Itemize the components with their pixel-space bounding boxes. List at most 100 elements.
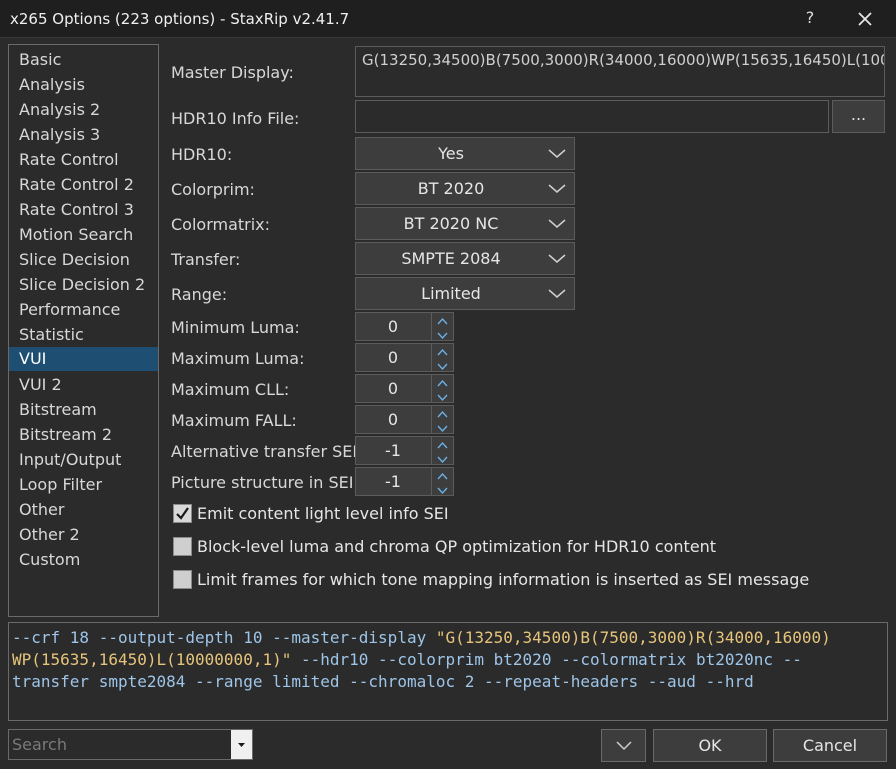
pic-struct-sei-decrement[interactable] bbox=[432, 482, 453, 495]
max-luma-decrement[interactable] bbox=[432, 358, 453, 371]
min-luma-decrement[interactable] bbox=[432, 327, 453, 340]
search-dropdown-button[interactable] bbox=[231, 730, 252, 759]
range-label: Range: bbox=[171, 285, 228, 304]
browse-button[interactable]: ... bbox=[832, 100, 885, 133]
max-luma-stepper[interactable]: 0 bbox=[355, 343, 454, 372]
transfer-label: Transfer: bbox=[171, 250, 241, 269]
max-luma-label: Maximum Luma: bbox=[171, 349, 305, 368]
nav-item-vui[interactable]: VUI bbox=[9, 347, 158, 371]
nav-item-rate-control-2[interactable]: Rate Control 2 bbox=[9, 173, 158, 197]
help-button[interactable]: ? bbox=[796, 4, 824, 32]
pic-struct-sei-label: Picture structure in SEI: bbox=[171, 473, 359, 492]
alt-transfer-sei-increment[interactable] bbox=[432, 437, 453, 450]
ok-button[interactable]: OK bbox=[653, 729, 767, 762]
transfer-select[interactable]: SMPTE 2084 bbox=[355, 242, 575, 275]
min-luma-value: 0 bbox=[387, 317, 399, 336]
master-display-field[interactable]: G(13250,34500)B(7500,3000)R(34000,16000)… bbox=[355, 46, 885, 97]
nav-item-slice-decision-2[interactable]: Slice Decision 2 bbox=[9, 273, 158, 297]
close-button[interactable] bbox=[850, 4, 880, 34]
pic-struct-sei-increment[interactable] bbox=[432, 468, 453, 481]
chevron-down-icon bbox=[548, 289, 566, 298]
chevron-down-icon bbox=[548, 184, 566, 193]
alt-transfer-sei-label: Alternative transfer SEI: bbox=[171, 442, 363, 461]
max-fall-label: Maximum FALL: bbox=[171, 411, 297, 430]
hdr10-info-file-field[interactable] bbox=[355, 100, 829, 133]
max-fall-decrement[interactable] bbox=[432, 420, 453, 433]
search-input[interactable] bbox=[9, 730, 233, 759]
block-level-qp-checkbox[interactable] bbox=[173, 537, 192, 556]
chevron-down-icon bbox=[437, 487, 448, 495]
nav-item-analysis-3[interactable]: Analysis 3 bbox=[9, 123, 158, 147]
max-cll-stepper[interactable]: 0 bbox=[355, 374, 454, 403]
search-box[interactable] bbox=[8, 729, 253, 760]
hdr10-value: Yes bbox=[438, 144, 464, 163]
nav-item-rate-control[interactable]: Rate Control bbox=[9, 148, 158, 172]
emit-cll-sei-label[interactable]: Emit content light level info SEI bbox=[197, 504, 449, 523]
max-fall-value: 0 bbox=[387, 410, 399, 429]
close-icon bbox=[858, 12, 872, 26]
max-cll-label: Maximum CLL: bbox=[171, 380, 290, 399]
pic-struct-sei-value: -1 bbox=[385, 472, 401, 491]
max-fall-stepper[interactable]: 0 bbox=[355, 405, 454, 434]
alt-transfer-sei-value: -1 bbox=[385, 441, 401, 460]
nav-item-statistic[interactable]: Statistic bbox=[9, 323, 158, 347]
chevron-down-icon bbox=[437, 363, 448, 371]
chevron-down-icon bbox=[437, 456, 448, 464]
command-line-preview[interactable]: --crf 18 --output-depth 10 --master-disp… bbox=[8, 622, 888, 721]
nav-item-rate-control-3[interactable]: Rate Control 3 bbox=[9, 198, 158, 222]
limit-tone-mapping-checkbox[interactable] bbox=[173, 570, 192, 589]
emit-cll-sei-checkbox[interactable] bbox=[173, 504, 192, 523]
options-category-list: Basic Analysis Analysis 2 Analysis 3 Rat… bbox=[8, 44, 159, 617]
colormatrix-select[interactable]: BT 2020 NC bbox=[355, 207, 575, 240]
cmdline-options-1: --crf 18 --output-depth 10 --master-disp… bbox=[12, 628, 436, 647]
nav-item-basic[interactable]: Basic bbox=[9, 48, 158, 72]
range-select[interactable]: Limited bbox=[355, 277, 575, 310]
menu-button[interactable] bbox=[601, 729, 646, 762]
nav-item-analysis[interactable]: Analysis bbox=[9, 73, 158, 97]
chevron-down-icon bbox=[548, 254, 566, 263]
nav-item-vui-2[interactable]: VUI 2 bbox=[9, 373, 158, 397]
master-display-label: Master Display: bbox=[171, 63, 294, 82]
window-title: x265 Options (223 options) - StaxRip v2.… bbox=[10, 10, 350, 28]
colormatrix-value: BT 2020 NC bbox=[403, 214, 499, 233]
block-level-qp-label[interactable]: Block-level luma and chroma QP optimizat… bbox=[197, 537, 716, 556]
transfer-value: SMPTE 2084 bbox=[401, 249, 501, 268]
alt-transfer-sei-decrement[interactable] bbox=[432, 451, 453, 464]
chevron-down-icon bbox=[548, 219, 566, 228]
hdr10-select[interactable]: Yes bbox=[355, 137, 575, 170]
max-luma-increment[interactable] bbox=[432, 344, 453, 357]
max-cll-decrement[interactable] bbox=[432, 389, 453, 402]
nav-item-bitstream[interactable]: Bitstream bbox=[9, 398, 158, 422]
min-luma-label: Minimum Luma: bbox=[171, 318, 300, 337]
alt-transfer-sei-stepper[interactable]: -1 bbox=[355, 436, 454, 465]
checkmark-icon bbox=[176, 507, 189, 520]
nav-item-motion-search[interactable]: Motion Search bbox=[9, 223, 158, 247]
max-fall-increment[interactable] bbox=[432, 406, 453, 419]
colorprim-label: Colorprim: bbox=[171, 180, 255, 199]
max-cll-increment[interactable] bbox=[432, 375, 453, 388]
chevron-down-icon bbox=[615, 741, 632, 751]
pic-struct-sei-stepper[interactable]: -1 bbox=[355, 467, 454, 496]
colormatrix-label: Colormatrix: bbox=[171, 215, 271, 234]
nav-item-slice-decision[interactable]: Slice Decision bbox=[9, 248, 158, 272]
nav-item-loop-filter[interactable]: Loop Filter bbox=[9, 473, 158, 497]
max-luma-value: 0 bbox=[387, 348, 399, 367]
hdr10-label: HDR10: bbox=[171, 145, 233, 164]
min-luma-stepper[interactable]: 0 bbox=[355, 312, 454, 341]
cancel-button[interactable]: Cancel bbox=[773, 729, 887, 762]
colorprim-select[interactable]: BT 2020 bbox=[355, 172, 575, 205]
nav-item-other-2[interactable]: Other 2 bbox=[9, 523, 158, 547]
nav-item-performance[interactable]: Performance bbox=[9, 298, 158, 322]
nav-item-other[interactable]: Other bbox=[9, 498, 158, 522]
limit-tone-mapping-label[interactable]: Limit frames for which tone mapping info… bbox=[197, 570, 809, 589]
title-bar: x265 Options (223 options) - StaxRip v2.… bbox=[0, 0, 896, 38]
colorprim-value: BT 2020 bbox=[417, 179, 485, 198]
chevron-down-icon bbox=[437, 394, 448, 402]
nav-item-analysis-2[interactable]: Analysis 2 bbox=[9, 98, 158, 122]
max-cll-value: 0 bbox=[387, 379, 399, 398]
chevron-down-icon bbox=[548, 149, 566, 158]
nav-item-bitstream-2[interactable]: Bitstream 2 bbox=[9, 423, 158, 447]
min-luma-increment[interactable] bbox=[432, 313, 453, 326]
nav-item-custom[interactable]: Custom bbox=[9, 548, 158, 572]
nav-item-input-output[interactable]: Input/Output bbox=[9, 448, 158, 472]
